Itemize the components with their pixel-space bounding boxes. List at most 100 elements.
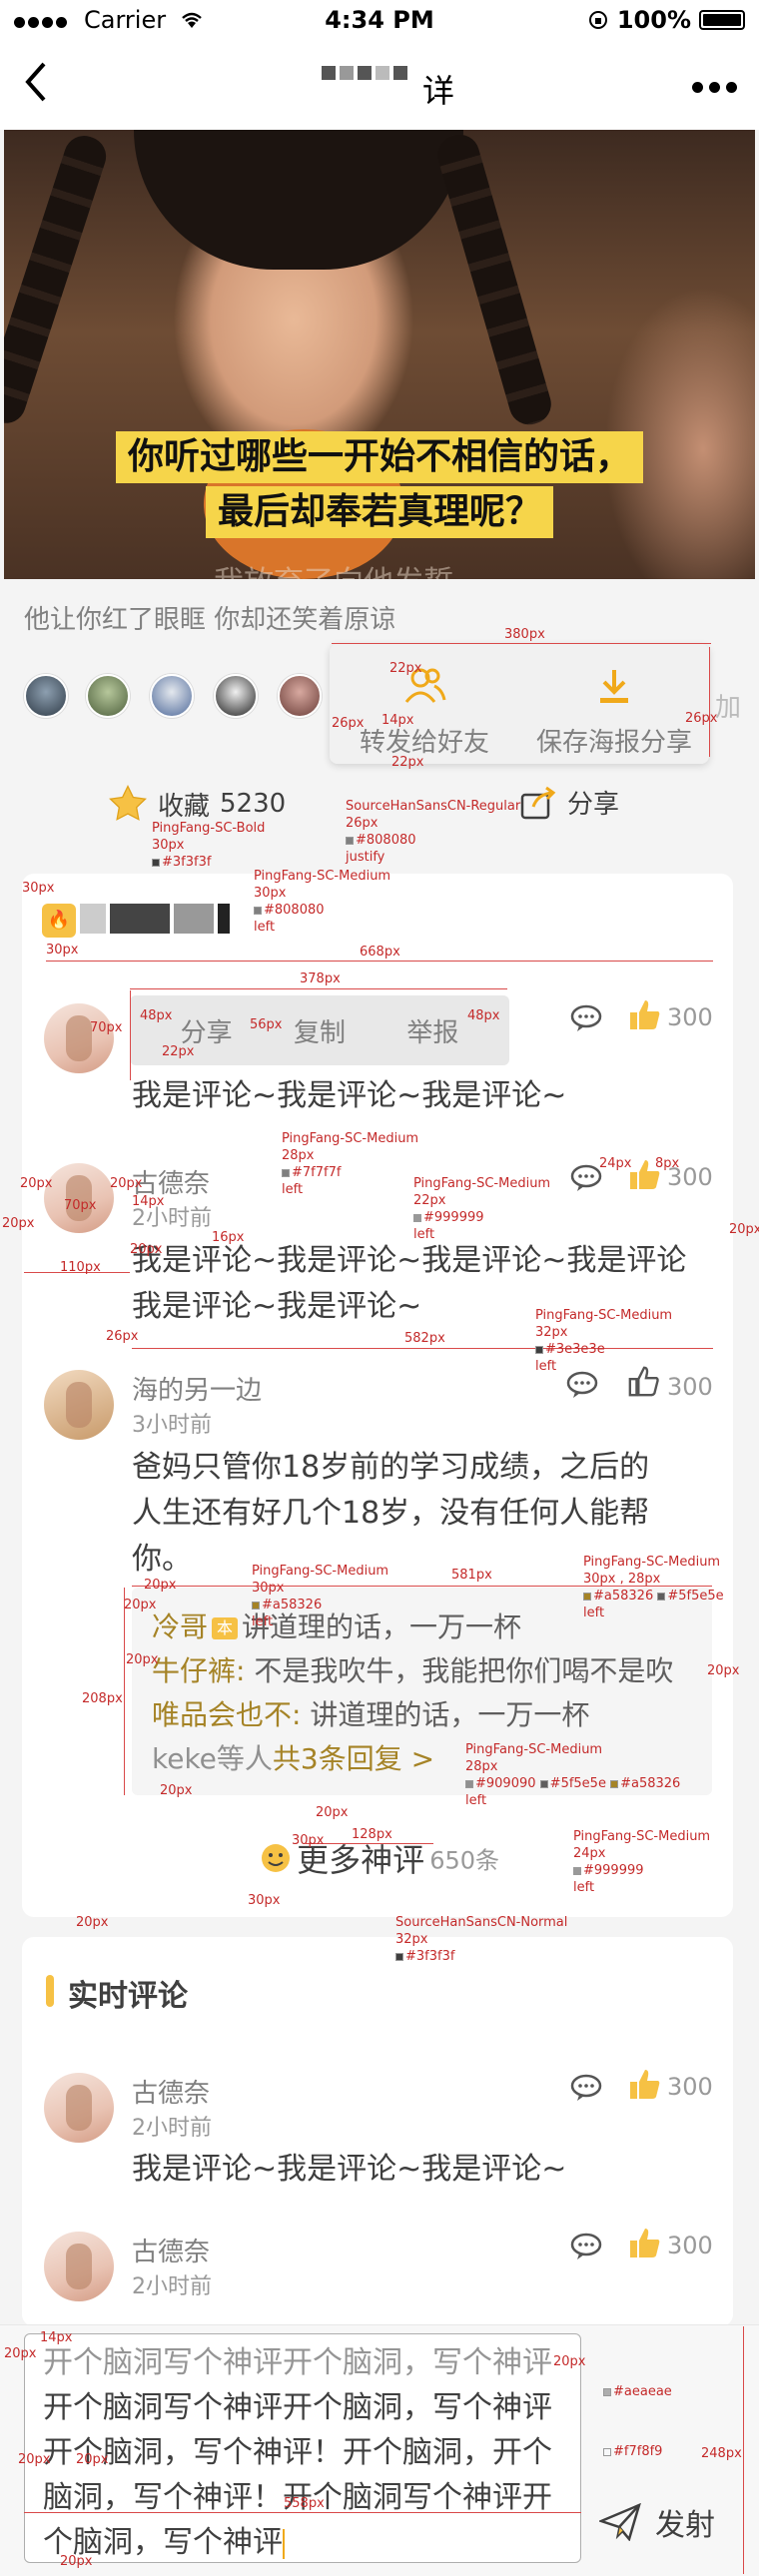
- avatar[interactable]: [214, 674, 258, 718]
- commenter-name[interactable]: 古德奈: [132, 2232, 210, 2268]
- reply-button[interactable]: [565, 1370, 599, 1404]
- reply-item[interactable]: 唯品会也不: 讲道理的话，一万一杯: [152, 1695, 589, 1735]
- spec-label: 70px: [64, 1198, 97, 1213]
- avatar[interactable]: [150, 674, 194, 718]
- spec-label: 20px: [110, 1176, 143, 1191]
- avatar[interactable]: [24, 674, 68, 718]
- hero-image: 你听过哪些一开始不相信的话， 最后却奉若真理呢？ 我放弃了向他发誓，: [4, 130, 755, 579]
- share-label: 分享: [567, 790, 620, 820]
- spec-label: #f7f8f9: [613, 2444, 663, 2459]
- reply-author: 唯品会也不:: [152, 1698, 302, 1731]
- invite-friend-button[interactable]: 转发给好友: [340, 666, 509, 759]
- spec-label: SourceHanSansCN-Normal: [395, 1915, 568, 1930]
- battery-icon: [699, 10, 745, 30]
- spec-label: 248px: [701, 2446, 742, 2461]
- spec-label: #808080: [346, 833, 416, 849]
- spec-label: PingFang-SC-Medium: [413, 1176, 551, 1191]
- spec-label: #3e3e3e: [535, 1342, 605, 1358]
- avatar[interactable]: [44, 1003, 114, 1073]
- replies-prefix: keke等人: [152, 1742, 273, 1775]
- reply-button[interactable]: [569, 1163, 603, 1197]
- spec-label: 8px: [655, 1156, 680, 1171]
- reply-text: 讲道理的话，一万一杯: [310, 1698, 590, 1731]
- reply-button[interactable]: [569, 2073, 603, 2107]
- spec-label: left: [573, 1880, 595, 1895]
- dimension-line: [132, 1348, 713, 1349]
- spec-label: 20px: [707, 1663, 740, 1678]
- spec-label: 20px: [553, 2354, 586, 2369]
- more-button[interactable]: [692, 82, 737, 93]
- spec-label: 26px: [106, 1329, 139, 1344]
- spec-label: 20px: [76, 2452, 109, 2467]
- text-caret: [283, 2528, 285, 2559]
- spec-label: #999999: [413, 1210, 484, 1226]
- save-poster-label: 保存海报分享: [535, 728, 692, 758]
- spec-label: #909090 #5f5e5e #a58326: [465, 1776, 680, 1792]
- battery-percent: 100%: [616, 6, 691, 34]
- comment-time: 3小时前: [132, 1413, 212, 1438]
- dimension-line: [24, 2512, 581, 2513]
- avatar[interactable]: [44, 2232, 114, 2301]
- comment-input[interactable]: 开个脑洞写个神评开个脑洞，写个神评 开个脑洞写个神评开个脑洞，写个神评 开个脑洞…: [24, 2333, 581, 2563]
- spec-label: left: [254, 920, 276, 935]
- reply-button[interactable]: [569, 1003, 603, 1037]
- like-button[interactable]: [627, 2067, 663, 2107]
- view-all-replies-link[interactable]: keke等人共3条回复 >: [152, 1739, 434, 1779]
- comment-text: 你。: [132, 1542, 192, 1577]
- comment-icon: [570, 2233, 602, 2259]
- avatar[interactable]: [44, 1370, 114, 1440]
- author-badge: 本: [212, 1617, 239, 1639]
- spec-label: SourceHanSansCN-Regular: [346, 799, 521, 814]
- post-description: 他让你红了眼眶 你却还笑着原谅: [24, 605, 396, 635]
- send-button[interactable]: 发射: [599, 2500, 715, 2544]
- avatar[interactable]: [44, 2073, 114, 2143]
- star-icon: [109, 784, 147, 821]
- spec-label: PingFang-SC-Medium: [465, 1742, 603, 1757]
- spec-label: 26px: [685, 711, 718, 726]
- favorite-label: 收藏: [158, 791, 211, 822]
- spec-label: 20px: [20, 1176, 53, 1191]
- share-icon: [520, 786, 556, 819]
- commenter-name[interactable]: 海的另一边: [132, 1370, 262, 1407]
- dimension-line: [306, 1843, 433, 1844]
- favorite-button[interactable]: 收藏 5230: [108, 784, 286, 824]
- commenter-name[interactable]: 古德奈: [132, 2073, 210, 2110]
- context-copy-button[interactable]: 复制: [294, 1012, 346, 1049]
- dimension-line: [130, 988, 507, 989]
- comment-time: 2小时前: [132, 2274, 212, 2299]
- page-title: 详: [0, 66, 759, 112]
- spec-label: 30px: [248, 1893, 281, 1908]
- context-share-button[interactable]: 分享: [181, 1012, 233, 1049]
- blurred-header-mosaic: [80, 904, 230, 934]
- reply-author: 冷哥: [152, 1610, 209, 1643]
- spec-label: PingFang-SC-Medium: [252, 1564, 389, 1579]
- reply-item[interactable]: 冷哥本讲道理的话，一万一杯: [152, 1608, 521, 1647]
- like-count: 300: [667, 2232, 713, 2259]
- status-bar: Carrier 4:34 PM 100%: [0, 0, 759, 40]
- reply-item[interactable]: 牛仔裤: 不是我吹牛，我能把你们喝不是吹: [152, 1651, 673, 1691]
- reply-button[interactable]: [569, 2232, 603, 2265]
- spec-label: 208px: [82, 1691, 123, 1706]
- like-button[interactable]: [627, 997, 663, 1037]
- spec-label: PingFang-SC-Bold: [152, 821, 266, 836]
- spec-label: #7f7f7f: [282, 1165, 341, 1181]
- spec-label: #808080: [254, 903, 325, 919]
- spec-label: 22px: [413, 1193, 446, 1208]
- avatar[interactable]: [278, 674, 322, 718]
- dimension-line: [130, 990, 131, 1080]
- spec-label: #3f3f3f: [152, 855, 211, 871]
- avatar[interactable]: [86, 674, 130, 718]
- spec-label: #999999: [583, 1863, 644, 1878]
- spec-label: 20px: [316, 1805, 349, 1820]
- like-count: 300: [667, 2073, 713, 2101]
- spec-label: #a58326: [593, 1589, 654, 1604]
- like-button[interactable]: [627, 2226, 663, 2265]
- context-report-button[interactable]: 举报: [406, 1012, 458, 1049]
- share-button[interactable]: 分享: [519, 784, 619, 821]
- spec-label: 558px: [284, 2496, 325, 2511]
- spec-label: #999999: [573, 1863, 644, 1879]
- spec-label: #7f7f7f: [292, 1165, 342, 1180]
- save-poster-button[interactable]: 保存海报分享: [529, 666, 699, 759]
- like-button[interactable]: [627, 1365, 661, 1403]
- spec-label: 128px: [352, 1827, 392, 1842]
